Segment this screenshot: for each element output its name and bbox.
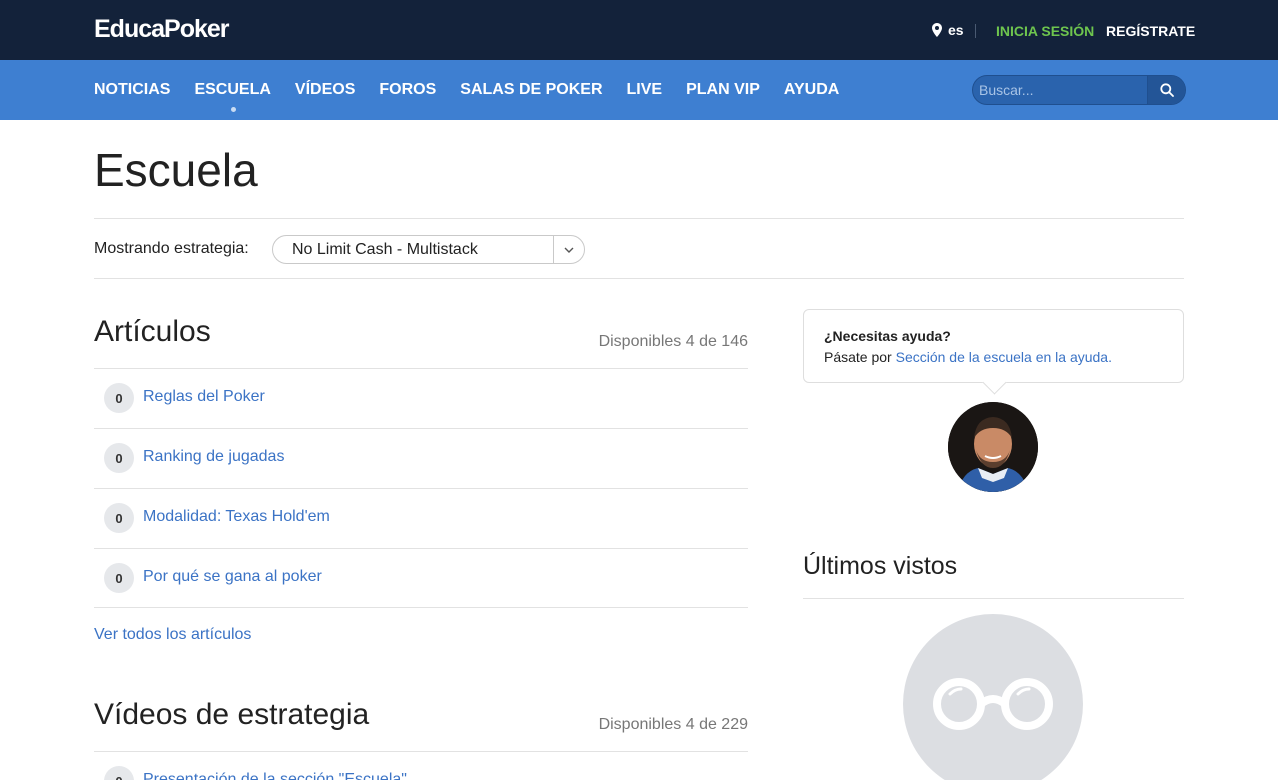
- video-item: 0 Presentación de la sección "Escuela": [94, 751, 748, 780]
- article-item: 0 Modalidad: Texas Hold'em: [94, 488, 748, 548]
- video-count-badge: 0: [104, 766, 134, 780]
- article-item: 0 Ranking de jugadas: [94, 428, 748, 488]
- article-link[interactable]: Ranking de jugadas: [143, 448, 284, 466]
- help-title: ¿Necesitas ayuda?: [824, 328, 951, 344]
- main-nav: NOTICIAS ESCUELA VÍDEOS FOROS SALAS DE P…: [94, 60, 839, 120]
- article-count-badge: 0: [104, 563, 134, 593]
- language-selector[interactable]: es: [932, 22, 964, 38]
- chevron-down-icon: [564, 247, 574, 253]
- nav-plan-vip[interactable]: PLAN VIP: [686, 81, 760, 99]
- header-divider: [975, 24, 976, 38]
- page-title: Escuela: [94, 144, 258, 196]
- article-link[interactable]: Reglas del Poker: [143, 388, 265, 406]
- article-count-badge: 0: [104, 443, 134, 473]
- videos-title: Vídeos de estrategia: [94, 698, 370, 731]
- search-box: [972, 75, 1186, 105]
- search-button[interactable]: [1147, 76, 1185, 104]
- video-link[interactable]: Presentación de la sección "Escuela": [143, 771, 407, 780]
- divider: [803, 598, 1184, 599]
- strategy-select[interactable]: No Limit Cash - Multistack: [272, 235, 585, 264]
- see-all-articles-link[interactable]: Ver todos los artículos: [94, 626, 251, 644]
- nav-noticias[interactable]: NOTICIAS: [94, 81, 170, 99]
- article-item: 0 Por qué se gana al poker: [94, 548, 748, 608]
- help-text: Pásate por Sección de la escuela en la a…: [824, 349, 1112, 365]
- help-text-prefix: Pásate por: [824, 349, 892, 365]
- search-input[interactable]: [973, 76, 1147, 104]
- divider: [94, 218, 1184, 219]
- article-item: 0 Reglas del Poker: [94, 368, 748, 428]
- location-pin-icon: [932, 23, 942, 37]
- strategy-label: Mostrando estrategia:: [94, 240, 249, 257]
- nav-videos[interactable]: VÍDEOS: [295, 81, 355, 99]
- strategy-select-value: No Limit Cash - Multistack: [292, 241, 478, 258]
- avatar-portrait-icon: [948, 402, 1038, 492]
- article-count-badge: 0: [104, 383, 134, 413]
- nav-escuela[interactable]: ESCUELA: [194, 81, 271, 112]
- logo[interactable]: EducaPoker: [94, 15, 230, 44]
- top-bar: EducaPoker es INICIA SESIÓN REGÍSTRATE: [0, 0, 1278, 60]
- avatar: [948, 402, 1038, 492]
- help-box: ¿Necesitas ayuda? Pásate por Sección de …: [803, 309, 1184, 383]
- articles-title: Artículos: [94, 315, 211, 348]
- recently-viewed-placeholder: [903, 614, 1083, 780]
- articles-available-count: Disponibles 4 de 146: [598, 333, 748, 350]
- divider: [94, 278, 1184, 279]
- article-link[interactable]: Modalidad: Texas Hold'em: [143, 508, 330, 526]
- article-count-badge: 0: [104, 503, 134, 533]
- article-link[interactable]: Por qué se gana al poker: [143, 568, 322, 586]
- language-code: es: [948, 22, 964, 38]
- nav-ayuda[interactable]: AYUDA: [784, 81, 839, 99]
- search-icon: [1159, 83, 1174, 97]
- recently-viewed-title: Últimos vistos: [803, 552, 958, 580]
- login-link[interactable]: INICIA SESIÓN: [996, 23, 1094, 39]
- help-section-link[interactable]: Sección de la escuela en la ayuda.: [896, 349, 1112, 365]
- nav-salas-de-poker[interactable]: SALAS DE POKER: [460, 81, 602, 99]
- nav-foros[interactable]: FOROS: [379, 81, 436, 99]
- glasses-icon: [933, 678, 1053, 730]
- nav-live[interactable]: LIVE: [627, 81, 663, 99]
- videos-available-count: Disponibles 4 de 229: [598, 716, 748, 733]
- register-link[interactable]: REGÍSTRATE: [1106, 23, 1195, 39]
- strategy-select-toggle[interactable]: [553, 236, 584, 263]
